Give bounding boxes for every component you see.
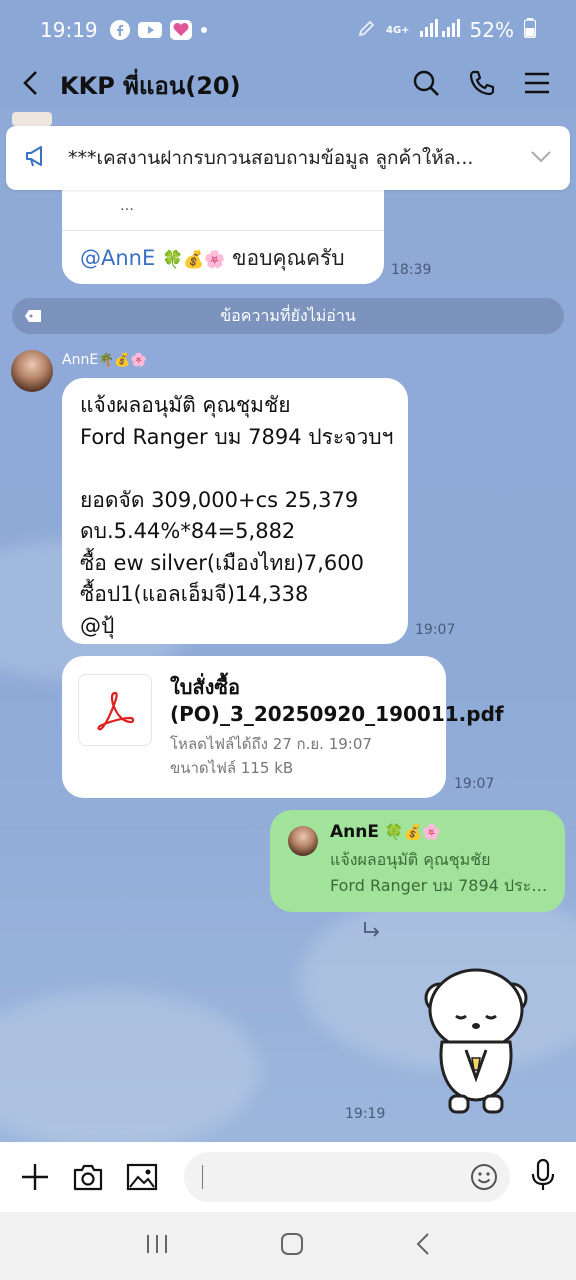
facebook-icon	[109, 20, 130, 40]
search-icon[interactable]	[412, 69, 440, 101]
reply-arrow-icon	[362, 920, 382, 942]
message-line: ยอดจัด 309,000+cs 25,379	[80, 487, 359, 512]
message-time: 18:39	[391, 262, 432, 278]
sender-name: AnnE🌴💰🌸	[62, 352, 147, 368]
back-arrow-icon[interactable]	[20, 69, 42, 101]
recent-apps-icon[interactable]	[145, 1233, 169, 1259]
pdf-icon	[78, 674, 152, 746]
nav-back-icon[interactable]	[415, 1232, 431, 1260]
system-nav-bar	[0, 1212, 576, 1280]
network-label: 4G+	[386, 24, 410, 36]
emoji-group: 🍀💰🌸	[161, 250, 226, 270]
chat-area[interactable]: … @AnnE 🍀💰🌸 ขอบคุณครับ 18:39 ***เคสงานฝา…	[0, 110, 576, 1142]
sender-name-text: AnnE	[62, 352, 99, 368]
reply-text: ขอบคุณครับ	[225, 246, 345, 270]
status-time: 19:19	[40, 18, 98, 42]
quoted-name: AnnE 🍀💰🌸	[330, 822, 441, 842]
mention-link[interactable]: @AnnE	[80, 246, 155, 270]
message-time: 19:07	[454, 776, 495, 792]
mention-link[interactable]: @ปุ้	[80, 611, 390, 643]
chat-title: KKP พี่แอน(20)	[60, 71, 241, 100]
file-message-bubble[interactable]: ใบสั่งซื้อ (PO)_3_20250920_190011.pdf โห…	[62, 656, 504, 798]
phone-icon[interactable]	[468, 69, 496, 101]
chat-header: KKP พี่แอน(20)	[0, 60, 576, 110]
heart-app-icon	[169, 20, 192, 40]
message-line: ซื้อ ew silver(เมืองไทย)7,600	[80, 550, 365, 575]
text-caret	[202, 1165, 203, 1189]
message-time: 19:07	[415, 622, 456, 638]
divider	[62, 230, 384, 231]
message-ellipsis: …	[120, 198, 134, 214]
file-size: ขนาดไฟล์ 115 kB	[170, 759, 294, 777]
quoted-line: Ford Ranger บม 7894 ประจวบฯ	[330, 876, 550, 895]
announcement-text: ***เคสงานฝากรบกวนสอบถามข้อมูล ลูกค้าให้ล…	[68, 147, 474, 169]
message-time: 19:19	[345, 1106, 386, 1122]
file-name: ใบสั่งซื้อ (PO)_3_20250920_190011.pdf	[170, 675, 504, 726]
chevron-down-icon[interactable]	[530, 149, 552, 168]
image-icon[interactable]	[126, 1162, 158, 1192]
microphone-icon[interactable]	[530, 1158, 556, 1196]
emoji-icon[interactable]	[470, 1163, 498, 1195]
quoted-avatar	[288, 826, 318, 856]
quoted-emojis: 🍀💰🌸	[384, 823, 441, 841]
youtube-icon	[137, 21, 162, 39]
message-line: ดบ.5.44%*84=5,882	[80, 519, 296, 543]
sender-emojis: 🌴💰🌸	[98, 353, 147, 368]
avatar	[12, 112, 52, 126]
quoted-line: แจ้งผลอนุมัติ คุณชุมชัย	[330, 850, 491, 869]
message-composer	[0, 1142, 576, 1212]
message-line: Ford Ranger บม 7894 ประจวบฯ	[80, 424, 394, 449]
megaphone-icon	[24, 144, 50, 172]
dot-icon	[200, 26, 208, 34]
home-icon[interactable]	[280, 1232, 304, 1260]
bear-sticker[interactable]	[420, 958, 532, 1118]
battery-icon	[523, 17, 537, 43]
tag-icon	[24, 308, 42, 327]
announcement-banner[interactable]: ***เคสงานฝากรบกวนสอบถามข้อมูล ลูกค้าให้ล…	[6, 126, 570, 190]
message-line: แจ้งผลอนุมัติ คุณชุมชัย	[80, 393, 291, 417]
message-text: @AnnE 🍀💰🌸 ขอบคุณครับ	[80, 242, 345, 275]
quoted-name-text: AnnE	[330, 822, 379, 842]
signal-icon	[419, 18, 460, 42]
message-bubble[interactable]: แจ้งผลอนุมัติ คุณชุมชัย Ford Ranger บม 7…	[62, 378, 408, 644]
unread-divider: ข้อความที่ยังไม่อ่าน	[12, 298, 564, 334]
battery-label: 52%	[469, 18, 514, 42]
cloud-decoration	[0, 990, 260, 1142]
sender-avatar[interactable]	[11, 350, 53, 392]
status-bar: 19:19 4G+ 52%	[0, 0, 576, 60]
camera-icon[interactable]	[72, 1162, 104, 1192]
plus-icon[interactable]	[20, 1162, 50, 1192]
outgoing-reply-bubble[interactable]: AnnE 🍀💰🌸 แจ้งผลอนุมัติ คุณชุมชัย Ford Ra…	[270, 810, 565, 912]
message-input[interactable]	[184, 1152, 510, 1202]
file-expiry: โหลดไฟล์ได้ถึง 27 ก.ย. 19:07	[170, 735, 372, 753]
message-line	[80, 453, 390, 485]
pen-icon	[358, 18, 376, 42]
menu-icon[interactable]	[524, 71, 550, 99]
message-line: ซื้อป1(แอลเอ็มจี)14,338	[80, 582, 309, 606]
unread-label: ข้อความที่ยังไม่อ่าน	[220, 305, 356, 325]
